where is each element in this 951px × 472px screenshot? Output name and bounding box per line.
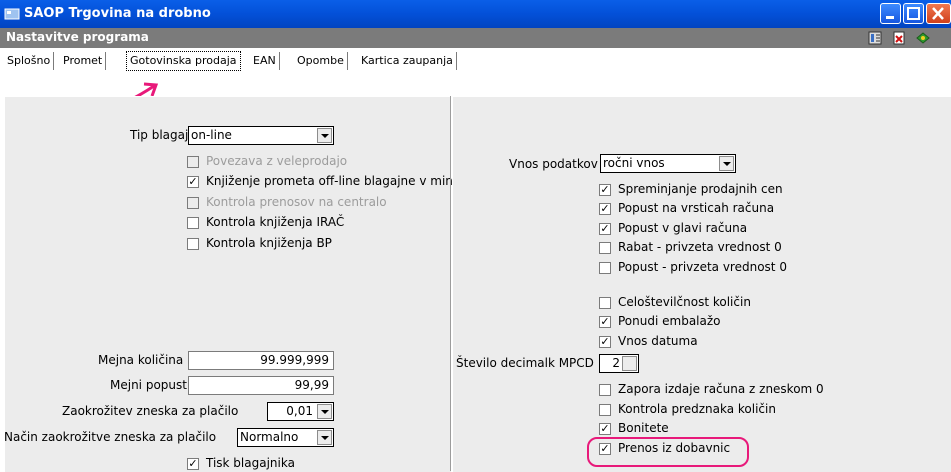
checkbox-label: Spreminjanje prodajnih cen bbox=[618, 182, 783, 196]
annotation-highlight bbox=[587, 437, 749, 467]
checkbox-label: Vnos datuma bbox=[618, 334, 698, 348]
close-button[interactable] bbox=[926, 3, 951, 24]
checkbox-spreminjanje-cen[interactable]: ✓ bbox=[599, 184, 611, 196]
nacin-zaokrozitve-select[interactable]: Normalno bbox=[237, 428, 334, 447]
window-title: SAOP Trgovina na drobno bbox=[24, 6, 211, 21]
checkbox-label: Popust - privzeta vrednost 0 bbox=[618, 260, 787, 274]
checkbox-knjizenje-prometa[interactable]: ✓ bbox=[187, 176, 199, 188]
mejni-popust-label: Mejni popust bbox=[110, 378, 187, 392]
decimalk-label: Število decimalk MPCD bbox=[456, 356, 594, 370]
mejni-popust-input[interactable]: 99,99 bbox=[188, 376, 334, 395]
checkbox-zapora-izdaje[interactable] bbox=[599, 384, 611, 396]
checkbox-label: Popust v glavi računa bbox=[618, 221, 748, 235]
nacin-zaokrozitve-label: Način zaokrožitve zneska za plačilo bbox=[4, 430, 217, 444]
checkbox-kontrola-predznaka[interactable] bbox=[599, 404, 611, 416]
right-settings-panel: Vnos podatkov ročni vnos ✓ Spreminjanje … bbox=[452, 96, 951, 472]
exit-icon[interactable] bbox=[916, 31, 930, 45]
document-delete-icon[interactable] bbox=[892, 31, 906, 45]
checkbox-label: Kontrola prenosov na centralo bbox=[206, 195, 387, 209]
decimalk-select[interactable]: 2 bbox=[599, 354, 639, 373]
chevron-down-icon bbox=[317, 128, 332, 143]
page-title: Nastavitve programa bbox=[6, 30, 149, 44]
checkbox-celostevilcnost[interactable] bbox=[599, 297, 611, 309]
mejna-kolicina-label: Mejna količina bbox=[98, 353, 184, 367]
maximize-icon bbox=[907, 7, 920, 20]
checkbox-label: Bonitete bbox=[618, 421, 669, 435]
tab-splosno[interactable]: Splošno bbox=[4, 52, 55, 70]
tip-blagajne-select[interactable]: on-line bbox=[188, 126, 334, 145]
checkbox-label: Tisk blagajnika bbox=[206, 456, 295, 470]
checkbox-ponudi-embalazo[interactable]: ✓ bbox=[599, 316, 611, 328]
chevron-down-icon bbox=[317, 404, 332, 419]
checkbox-popust-privzeta[interactable] bbox=[599, 262, 611, 274]
checkbox-popust-glava[interactable]: ✓ bbox=[599, 223, 611, 235]
tab-gotovinska-prodaja[interactable]: Gotovinska prodaja bbox=[126, 51, 241, 71]
chevron-down-icon bbox=[317, 430, 332, 445]
checkbox-bonitete[interactable]: ✓ bbox=[599, 423, 611, 435]
chevron-down-icon bbox=[622, 356, 637, 371]
checkbox-rabat-privzeta[interactable] bbox=[599, 242, 611, 254]
checkbox-label: Kontrola predznaka količin bbox=[618, 402, 776, 416]
checkbox-kontrola-bp[interactable] bbox=[187, 238, 199, 250]
settings-header: Nastavitve programa bbox=[0, 28, 951, 48]
checkbox-label: Zapora izdaje računa z zneskom 0 bbox=[618, 382, 824, 396]
checkbox-label: Kontrola knjiženja IRAČ bbox=[206, 215, 345, 229]
left-settings-panel: Tip blagajne on-line Povezava z veleprod… bbox=[4, 96, 467, 472]
checkbox-label: Kontrola knjiženja BP bbox=[206, 236, 332, 250]
checkbox-kontrola-irac[interactable] bbox=[187, 217, 199, 229]
checkbox-povezava-z-veleprodajo bbox=[187, 156, 199, 168]
tab-strip: Splošno Promet Gotovinska prodaja EAN Op… bbox=[0, 48, 951, 110]
checkbox-label: Rabat - privzeta vrednost 0 bbox=[618, 240, 782, 254]
checkbox-label: Celoštevilčnost količin bbox=[618, 295, 751, 309]
checkbox-label: Popust na vrsticah računa bbox=[618, 201, 775, 215]
checkbox-label: Knjiženje prometa off-line blagajne v mi… bbox=[206, 174, 467, 188]
zaokrozitev-select[interactable]: 0,01 bbox=[267, 402, 334, 421]
checkbox-popust-vrstice[interactable]: ✓ bbox=[599, 203, 611, 215]
minimize-icon bbox=[886, 16, 894, 19]
title-bar: SAOP Trgovina na drobno bbox=[0, 0, 951, 28]
app-icon bbox=[4, 8, 20, 20]
mejna-kolicina-input[interactable]: 99.999,999 bbox=[188, 351, 334, 370]
panel-divider bbox=[450, 96, 451, 471]
checkbox-label: Ponudi embalažo bbox=[618, 314, 721, 328]
tab-opombe[interactable]: Opombe bbox=[294, 52, 348, 70]
vnos-podatkov-label: Vnos podatkov bbox=[509, 157, 598, 171]
maximize-button[interactable] bbox=[903, 3, 924, 24]
zaokrozitev-label: Zaokrožitev zneska za plačilo bbox=[62, 404, 239, 418]
vnos-podatkov-select[interactable]: ročni vnos bbox=[600, 154, 736, 173]
close-icon bbox=[932, 7, 944, 20]
checkbox-label: Povezava z veleprodajo bbox=[206, 154, 348, 168]
checkbox-kontrola-prenosov bbox=[187, 197, 199, 209]
tab-promet[interactable]: Promet bbox=[60, 52, 107, 70]
tab-ean[interactable]: EAN bbox=[250, 52, 280, 70]
checkbox-vnos-datuma[interactable]: ✓ bbox=[599, 336, 611, 348]
checkbox-tisk-blagajnika[interactable]: ✓ bbox=[187, 458, 199, 470]
grid-settings-icon[interactable] bbox=[868, 31, 882, 45]
chevron-down-icon bbox=[719, 156, 734, 171]
minimize-button[interactable] bbox=[880, 3, 901, 24]
tab-kartica-zaupanja[interactable]: Kartica zaupanja bbox=[358, 52, 457, 70]
